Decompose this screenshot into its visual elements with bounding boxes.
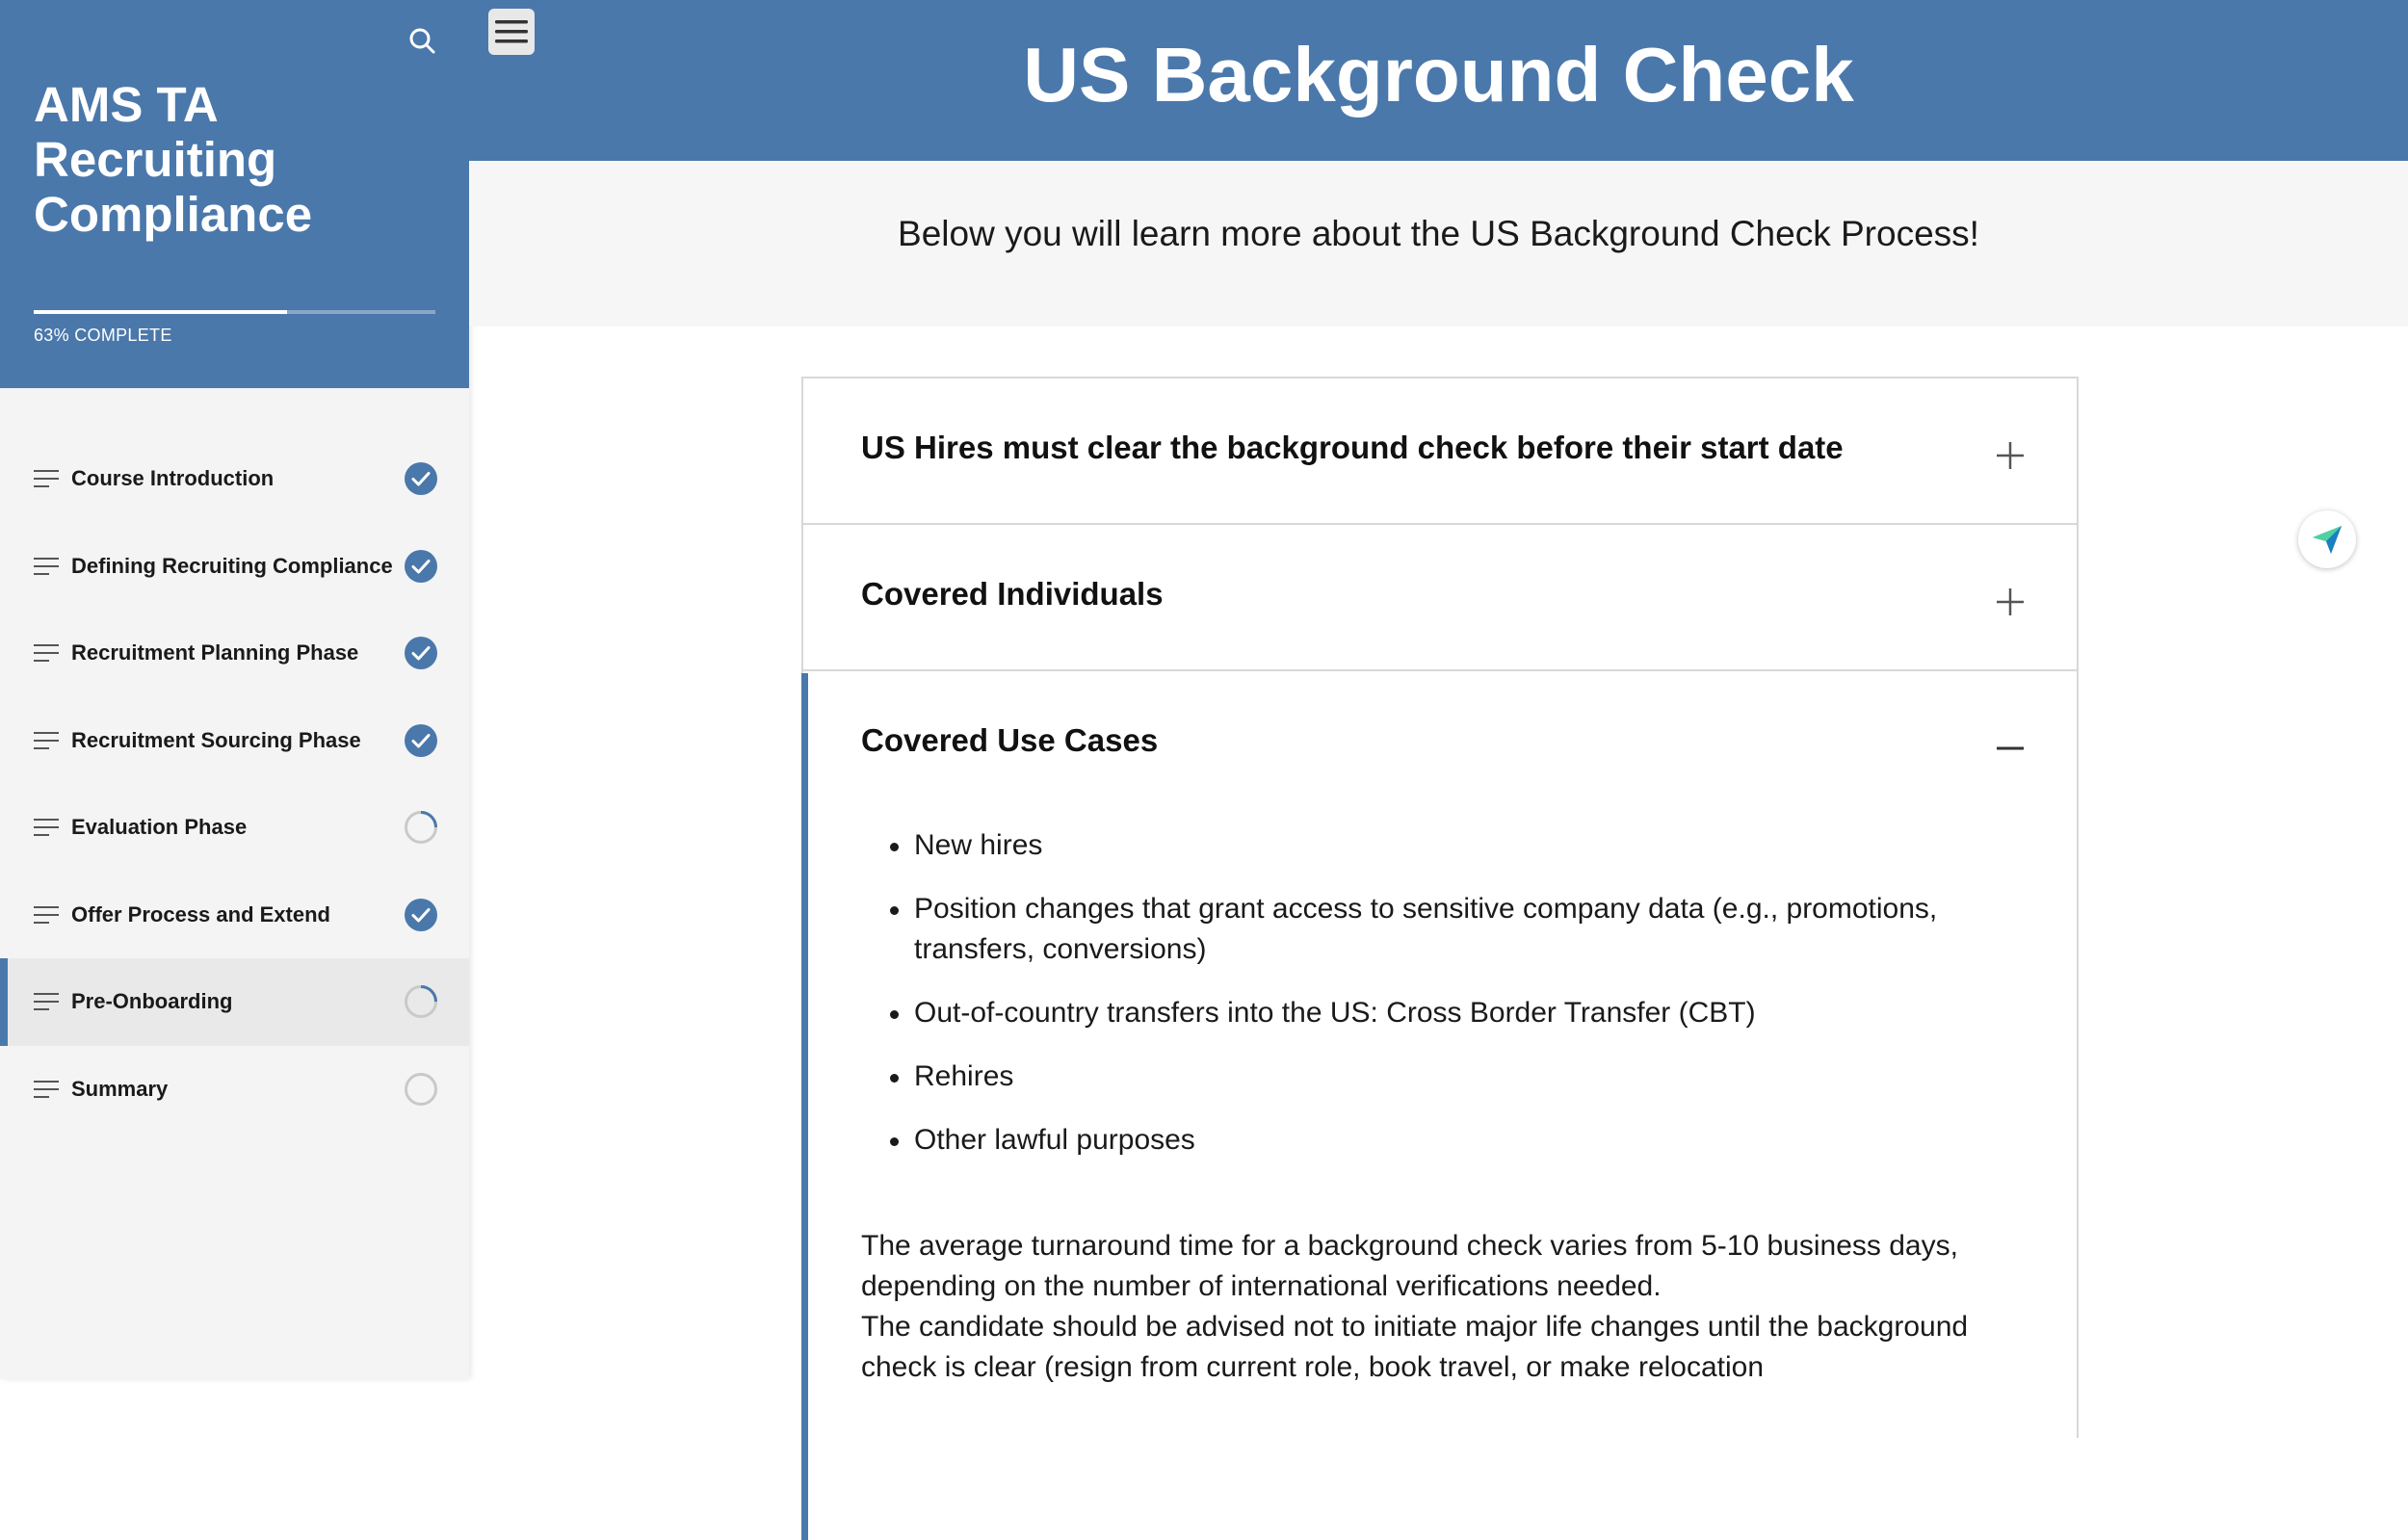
accordion-title: Covered Individuals (861, 576, 1164, 612)
accordion-header-covered-use-cases[interactable]: Covered Use Cases (803, 673, 2077, 818)
lines-icon (34, 470, 59, 488)
course-progress-label: 63% COMPLETE (34, 326, 172, 345)
sidebar-item-label: Course Introduction (71, 466, 275, 491)
sidebar-item-summary[interactable]: Summary (0, 1046, 469, 1134)
plus-icon[interactable] (1991, 436, 2029, 475)
sidebar-item-pre-onboarding[interactable]: Pre-Onboarding (0, 958, 469, 1046)
list-item: Other lawful purposes (861, 1120, 2036, 1161)
sidebar-item-label: Recruitment Planning Phase (71, 640, 359, 666)
list-item: Rehires (861, 1057, 2036, 1097)
check-circle-icon (405, 637, 437, 670)
list-item: New hires (861, 825, 2036, 866)
check-circle-icon (405, 462, 437, 496)
search-icon (409, 28, 435, 54)
lines-icon (34, 644, 59, 663)
accordion-title: Covered Use Cases (861, 722, 1159, 758)
sidebar-item-recruitment-sourcing-phase[interactable]: Recruitment Sourcing Phase (0, 697, 469, 785)
use-case-list: New hires Position changes that grant ac… (861, 825, 2036, 1184)
sidebar-item-label: Evaluation Phase (71, 815, 248, 840)
course-progress-bar (34, 310, 435, 314)
sidebar-item-defining-recruiting-compliance[interactable]: Defining Recruiting Compliance (0, 523, 469, 611)
page-title: US Background Check (1023, 31, 1854, 117)
search-button[interactable] (403, 21, 441, 60)
accordion-item-covered-individuals[interactable]: Covered Individuals (803, 525, 2077, 671)
lines-icon (34, 993, 59, 1011)
course-sidebar: AMS TA Recruiting Compliance 63% COMPLET… (0, 0, 469, 1379)
partial-circle-icon (405, 985, 437, 1019)
lines-icon (34, 819, 59, 837)
sidebar-item-evaluation-phase[interactable]: Evaluation Phase (0, 784, 469, 872)
turnaround-paragraph: The average turnaround time for a backgr… (861, 1230, 1958, 1302)
check-circle-icon (405, 549, 437, 583)
lesson-list: Course Introduction Defining Recruiting C… (0, 435, 469, 1133)
lines-icon (34, 731, 59, 749)
intro-text: Below you will learn more about the US B… (898, 214, 1979, 253)
sidebar-item-label: Offer Process and Extend (71, 901, 330, 927)
sidebar-item-label: Pre-Onboarding (71, 989, 233, 1014)
paper-plane-icon (2313, 526, 2342, 554)
accordion-title: US Hires must clear the background check… (861, 430, 1844, 465)
send-feedback-button[interactable] (2298, 510, 2356, 568)
sidebar-item-recruitment-planning-phase[interactable]: Recruitment Planning Phase (0, 610, 469, 697)
sidebar-item-label: Summary (71, 1076, 169, 1101)
plus-icon[interactable] (1991, 583, 2029, 621)
sidebar-item-label: Defining Recruiting Compliance (71, 553, 393, 578)
advice-paragraph: The candidate should be advised not to i… (861, 1311, 1969, 1383)
partial-circle-icon (405, 811, 437, 845)
lines-icon (34, 1080, 59, 1098)
empty-circle-icon (405, 1072, 437, 1106)
minus-icon[interactable] (1991, 729, 2029, 768)
accordion-item-us-hires[interactable]: US Hires must clear the background check… (803, 378, 2077, 525)
check-circle-icon (405, 898, 437, 931)
lines-icon (34, 905, 59, 924)
accordion-item-covered-use-cases: Covered Use Cases New hires Position cha… (801, 673, 2077, 1540)
sidebar-header: AMS TA Recruiting Compliance 63% COMPLET… (0, 0, 469, 388)
sidebar-item-label: Recruitment Sourcing Phase (71, 727, 361, 752)
list-item: Out-of-country transfers into the US: Cr… (861, 993, 2036, 1033)
lines-icon (34, 557, 59, 575)
sidebar-item-course-introduction[interactable]: Course Introduction (0, 435, 469, 523)
accordion: US Hires must clear the background check… (801, 377, 2079, 1540)
sidebar-item-offer-process-and-extend[interactable]: Offer Process and Extend (0, 872, 469, 959)
list-item: Position changes that grant access to se… (861, 889, 2036, 970)
body-text: The average turnaround time for a backgr… (861, 1226, 2036, 1388)
check-circle-icon (405, 723, 437, 757)
course-title: AMS TA Recruiting Compliance (34, 77, 313, 242)
course-progress-fill (34, 310, 287, 314)
